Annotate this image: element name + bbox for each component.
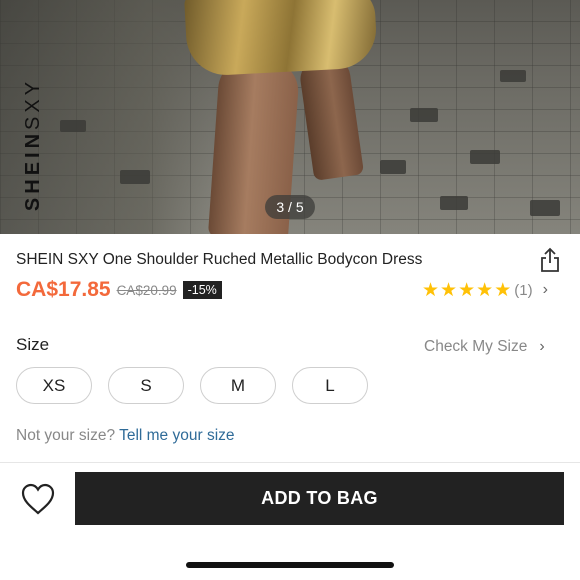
tile	[500, 70, 526, 82]
add-to-bag-button[interactable]: ADD TO BAG	[75, 472, 564, 525]
size-label: Size	[16, 335, 50, 354]
star-icon: ★	[476, 279, 494, 301]
price-row: CA$17.85 CA$20.99 -15%	[16, 278, 222, 301]
discount-badge: -15%	[182, 281, 222, 299]
star-icon: ★	[440, 279, 458, 301]
size-option-s[interactable]: S	[108, 367, 184, 404]
size-options: XS S M L	[16, 367, 384, 404]
not-your-size-text: Not your size?	[16, 427, 116, 444]
check-my-size-link[interactable]: Check My Size ›	[424, 338, 545, 356]
tile	[530, 200, 560, 216]
star-icon: ★	[458, 279, 476, 301]
chevron-right-icon: ›	[539, 338, 545, 355]
product-title: SHEIN SXY One Shoulder Ruched Metallic B…	[16, 251, 423, 268]
product-image-carousel[interactable]: SHEINSXY 3 / 5	[0, 0, 580, 234]
tile	[380, 160, 406, 174]
tell-me-your-size-link[interactable]: Tell me your size	[119, 427, 234, 444]
tile	[120, 170, 150, 184]
tile	[440, 196, 468, 210]
star-icon: ★	[494, 279, 512, 301]
tile	[60, 120, 86, 132]
rating-summary[interactable]: ★ ★ ★ ★ ★ (1) ›	[422, 280, 548, 300]
check-my-size-label: Check My Size	[424, 338, 528, 355]
rating-count: (1)	[514, 281, 533, 299]
original-price: CA$20.99	[116, 282, 177, 298]
metallic-dress	[183, 0, 379, 77]
size-option-m[interactable]: M	[200, 367, 276, 404]
divider	[0, 462, 580, 463]
brand-logo: SHEINSXY	[22, 77, 45, 212]
size-help: Not your size? Tell me your size	[16, 427, 235, 445]
heart-icon[interactable]	[20, 482, 56, 516]
chevron-right-icon: ›	[542, 281, 548, 298]
image-pager: 3 / 5	[265, 195, 315, 219]
sale-price: CA$17.85	[16, 278, 111, 301]
home-indicator[interactable]	[186, 562, 394, 568]
tile	[410, 108, 438, 122]
size-option-xs[interactable]: XS	[16, 367, 92, 404]
tile	[470, 150, 500, 164]
star-icon: ★	[422, 279, 440, 301]
share-icon[interactable]	[539, 247, 561, 273]
size-option-l[interactable]: L	[292, 367, 368, 404]
